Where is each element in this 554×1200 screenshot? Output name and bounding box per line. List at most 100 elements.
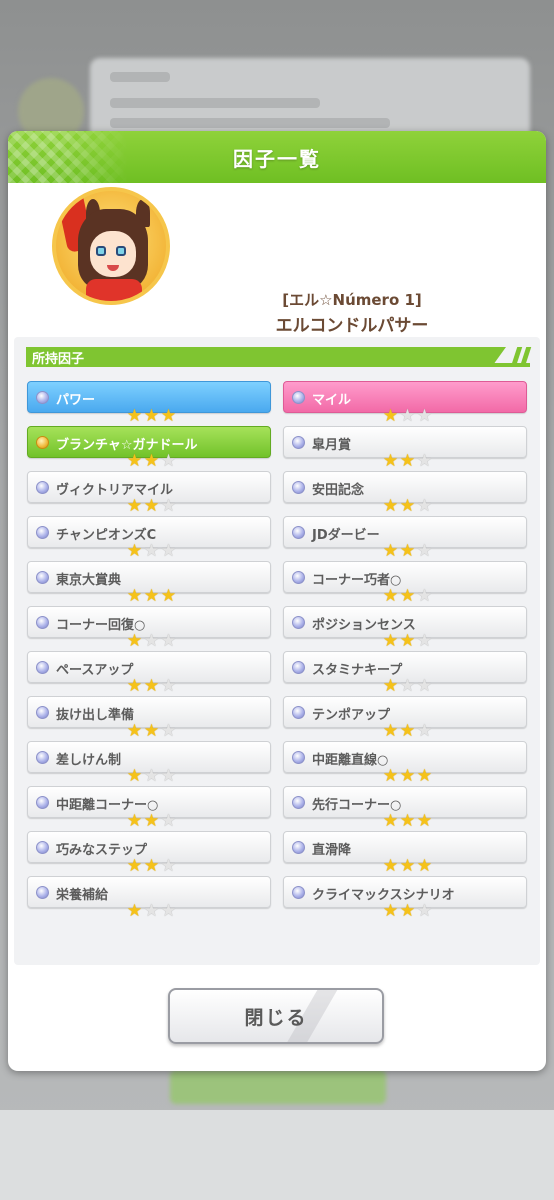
star-icon: ★ [399, 901, 416, 921]
factor-item[interactable]: 巧みなステップ ★ ★ ★ [27, 831, 271, 875]
star-icon: ★ [399, 631, 416, 651]
star-icon: ★ [143, 856, 160, 876]
star-icon: ★ [416, 541, 433, 561]
factor-item[interactable]: チャンピオンズC ★ ★ ★ [27, 516, 271, 560]
portrait-body [86, 279, 142, 301]
factor-star-rating: ★ ★ ★ [126, 588, 177, 605]
star-icon: ★ [399, 541, 416, 561]
star-icon: ★ [416, 901, 433, 921]
factor-orb-icon [292, 436, 305, 449]
factor-item[interactable]: 抜け出し準備 ★ ★ ★ [27, 696, 271, 740]
star-icon: ★ [126, 406, 143, 426]
factor-orb-icon [292, 391, 305, 404]
star-icon: ★ [160, 856, 177, 876]
star-icon: ★ [382, 901, 399, 921]
star-icon: ★ [399, 811, 416, 831]
factor-item[interactable]: JDダービー ★ ★ ★ [283, 516, 527, 560]
factor-item[interactable]: 皐月賞 ★ ★ ★ [283, 426, 527, 470]
factor-item[interactable]: マイル ★ ★ ★ [283, 381, 527, 425]
factor-label: パワー [56, 393, 96, 408]
factor-panel[interactable]: 所持因子 パワー ★ ★ ★ ブランチャ☆ガナドール ★ ★ ★ ヴィクトリアマイル ★ ★ ★ チャン… [14, 337, 540, 965]
star-icon: ★ [416, 586, 433, 606]
star-icon: ★ [399, 676, 416, 696]
factor-orb-icon [292, 706, 305, 719]
factor-label: テンポアップ [312, 708, 391, 723]
character-epithet: [エル☆Número 1] [282, 291, 422, 309]
close-button[interactable]: 閉じる [168, 988, 384, 1044]
star-icon: ★ [416, 811, 433, 831]
factor-item[interactable]: パワー ★ ★ ★ [27, 381, 271, 425]
factor-item[interactable]: クライマックスシナリオ ★ ★ ★ [283, 876, 527, 920]
factor-item[interactable]: 先行コーナー○ ★ ★ ★ [283, 786, 527, 830]
character-name: エルコンドルパサー [275, 316, 429, 336]
factor-star-rating: ★ ★ ★ [382, 903, 433, 920]
star-icon: ★ [399, 766, 416, 786]
background-line [110, 98, 320, 108]
star-icon: ★ [382, 451, 399, 471]
factor-item[interactable]: テンポアップ ★ ★ ★ [283, 696, 527, 740]
close-button-label: 閉じる [244, 1006, 308, 1029]
factor-item[interactable]: ブランチャ☆ガナドール ★ ★ ★ [27, 426, 271, 470]
factor-orb-icon [36, 436, 49, 449]
factor-orb-icon [36, 751, 49, 764]
star-icon: ★ [143, 406, 160, 426]
factor-orb-icon [36, 886, 49, 899]
star-icon: ★ [416, 451, 433, 471]
star-icon: ★ [126, 721, 143, 741]
factor-orb-icon [36, 616, 49, 629]
star-icon: ★ [399, 451, 416, 471]
factor-star-rating: ★ ★ ★ [382, 588, 433, 605]
factor-item[interactable]: ヴィクトリアマイル ★ ★ ★ [27, 471, 271, 515]
factor-list-dialog: 因子一覧 [エル☆Número 1] エルコンドルパサー 所持因子 パワー ★ ★ ★… [8, 131, 546, 1071]
factor-item[interactable]: コーナー巧者○ ★ ★ ★ [283, 561, 527, 605]
factor-star-rating: ★ ★ ★ [382, 723, 433, 740]
factor-item[interactable]: 栄養補給 ★ ★ ★ [27, 876, 271, 920]
star-icon: ★ [399, 856, 416, 876]
factor-orb-icon [36, 796, 49, 809]
star-icon: ★ [143, 811, 160, 831]
factor-item[interactable]: 直滑降 ★ ★ ★ [283, 831, 527, 875]
factor-item[interactable]: ペースアップ ★ ★ ★ [27, 651, 271, 695]
factor-orb-icon [36, 391, 49, 404]
factor-label: 中距離直線○ [312, 753, 389, 768]
factor-item[interactable]: 差しけん制 ★ ★ ★ [27, 741, 271, 785]
factor-item[interactable]: 中距離コーナー○ ★ ★ ★ [27, 786, 271, 830]
star-icon: ★ [143, 631, 160, 651]
factor-star-rating: ★ ★ ★ [126, 408, 177, 425]
factor-label: 中距離コーナー○ [56, 798, 159, 813]
star-icon: ★ [126, 586, 143, 606]
star-icon: ★ [160, 631, 177, 651]
star-icon: ★ [416, 766, 433, 786]
factor-orb-icon [292, 661, 305, 674]
character-portrait [52, 187, 170, 305]
factor-item[interactable]: コーナー回復○ ★ ★ ★ [27, 606, 271, 650]
dialog-title: 因子一覧 [233, 146, 321, 171]
star-icon: ★ [126, 631, 143, 651]
factor-item[interactable]: 中距離直線○ ★ ★ ★ [283, 741, 527, 785]
star-icon: ★ [160, 721, 177, 741]
background-line [110, 72, 170, 82]
star-icon: ★ [143, 451, 160, 471]
section-tab [26, 347, 506, 367]
star-icon: ★ [126, 766, 143, 786]
section-header: 所持因子 [26, 347, 532, 369]
factor-label: ペースアップ [56, 663, 134, 678]
factor-star-rating: ★ ★ ★ [382, 858, 433, 875]
factor-star-rating: ★ ★ ★ [126, 543, 177, 560]
factor-item[interactable]: ポジションセンス ★ ★ ★ [283, 606, 527, 650]
factor-orb-icon [292, 616, 305, 629]
factor-orb-icon [292, 526, 305, 539]
star-icon: ★ [416, 406, 433, 426]
factor-item[interactable]: 東京大賞典 ★ ★ ★ [27, 561, 271, 605]
factor-star-rating: ★ ★ ★ [382, 678, 433, 695]
star-icon: ★ [382, 721, 399, 741]
portrait-eye [116, 246, 126, 256]
star-icon: ★ [416, 856, 433, 876]
factor-item[interactable]: スタミナキープ ★ ★ ★ [283, 651, 527, 695]
factor-star-rating: ★ ★ ★ [382, 453, 433, 470]
factor-label: 東京大賞典 [56, 573, 122, 588]
star-icon: ★ [382, 676, 399, 696]
factor-label: 差しけん制 [56, 753, 122, 768]
factor-item[interactable]: 安田記念 ★ ★ ★ [283, 471, 527, 515]
star-icon: ★ [143, 541, 160, 561]
